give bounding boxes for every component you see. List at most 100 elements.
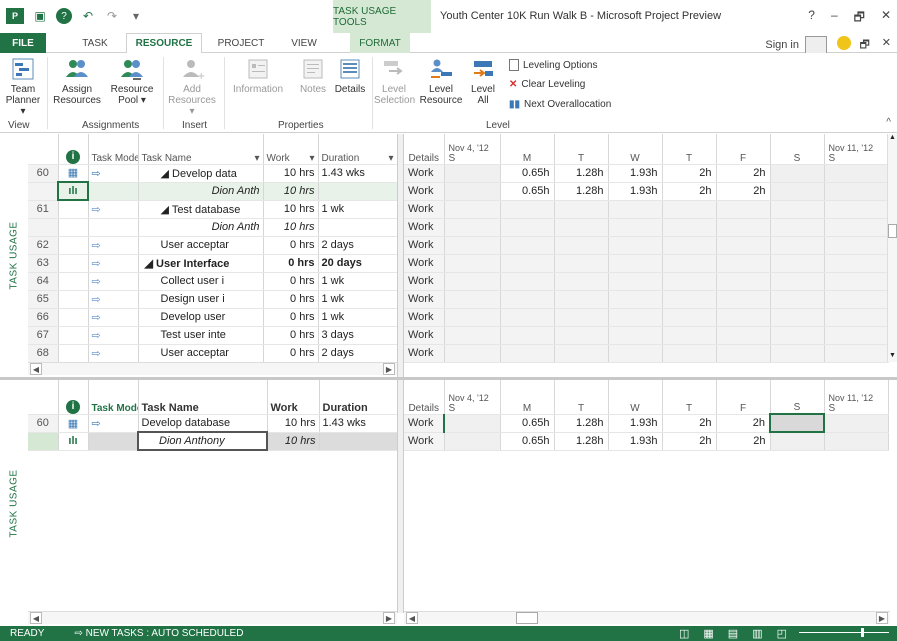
row-id[interactable] [28,182,59,201]
row-id[interactable]: 67 [28,326,59,345]
detail-label[interactable]: Work [404,218,445,237]
work-cell[interactable]: 10 hrs [263,164,319,183]
detail-label[interactable]: Work [404,164,445,183]
details-button[interactable]: Details [332,57,368,95]
work-value-cell[interactable] [662,236,717,255]
detail-label[interactable]: Work [404,432,445,451]
work-value-cell[interactable] [608,326,663,345]
detail-label[interactable]: Work [404,344,445,363]
work-value-cell[interactable] [608,344,663,363]
table-row[interactable]: 61 ⇨ ◢ Test database 10 hrs 1 wk [28,200,398,219]
work-value-cell[interactable] [824,218,889,237]
table-row[interactable]: 63 ⇨ ◢ User Interface 0 hrs 20 days [28,254,398,273]
work-value-cell[interactable] [770,254,825,273]
task-mode-cell[interactable]: ⇨ [88,236,139,255]
duration-cell[interactable]: 1 wk [318,200,398,219]
work-value-cell[interactable] [554,200,609,219]
work-value-cell[interactable]: 2h [662,182,717,201]
duration-column-header[interactable]: Duration ▾ [318,134,398,165]
work-value-cell[interactable] [608,272,663,291]
work-value-cell[interactable] [824,164,889,183]
work-value-cell[interactable] [824,254,889,273]
task-name-cell[interactable]: Test user inte [138,326,264,345]
scroll-thumb[interactable] [888,224,897,238]
task-name-cell[interactable]: ◢ Test database [138,200,264,219]
work-value-cell[interactable] [662,344,717,363]
work-value-cell[interactable]: 0.65h [500,164,555,183]
task-mode-cell[interactable]: ⇨ [88,164,139,183]
restore-button[interactable]: 🗗 [854,8,865,29]
task-mode-cell[interactable] [88,218,139,237]
work-column-header[interactable]: Work [267,380,320,415]
indicator-cell[interactable] [58,308,89,327]
new-tasks-mode[interactable]: ⇨ NEW TASKS : AUTO SCHEDULED [74,628,243,639]
row-id[interactable]: 64 [28,272,59,291]
work-value-cell[interactable]: 2h [662,414,717,433]
work-value-cell[interactable] [444,164,501,183]
task-mode-column-header[interactable]: Task Mode ▾ [88,134,139,165]
work-value-cell[interactable] [608,290,663,309]
work-value-cell[interactable]: 2h [716,182,771,201]
indicator-cell[interactable] [58,344,89,363]
tab-format[interactable]: FORMAT [350,33,410,53]
task-name-cell[interactable]: Dion Anthony [137,431,268,451]
add-resources-button[interactable]: + Add Resources ▾ [166,57,218,117]
zoom-slider[interactable] [799,628,889,637]
work-value-cell[interactable] [608,254,663,273]
avatar[interactable] [805,36,827,54]
row-id[interactable] [28,218,59,237]
task-name-cell[interactable]: Design user i [138,290,264,309]
notes-button[interactable]: Notes [296,57,330,95]
work-value-cell[interactable]: 2h [662,164,717,183]
row-id-header[interactable] [28,380,59,415]
duration-cell[interactable]: 2 days [318,236,398,255]
work-cell[interactable]: 10 hrs [263,182,319,201]
work-value-cell[interactable] [716,344,771,363]
gantt-view-icon[interactable]: ◫ [679,627,689,640]
task-name-column-header[interactable]: Task Name ▾ [138,134,264,165]
indicator-cell[interactable] [58,272,89,291]
scroll-left-icon[interactable]: ◀ [30,612,42,624]
task-mode-column-header[interactable]: Task Mode [88,380,139,415]
work-value-cell[interactable] [444,344,501,363]
duration-cell[interactable]: 2 days [318,344,398,363]
information-button[interactable]: Information [228,57,288,95]
work-value-cell[interactable] [500,326,555,345]
detail-label[interactable]: Work [404,326,445,345]
work-value-cell[interactable]: 0.65h [500,414,555,433]
task-usage-view-icon[interactable]: ▦ [703,627,713,640]
next-overallocation-button[interactable]: ▮▮ Next Overallocation [509,99,611,110]
work-value-cell[interactable] [608,308,663,327]
row-id[interactable]: 63 [28,254,59,273]
scroll-left-icon[interactable]: ◀ [406,612,418,624]
work-value-cell[interactable] [608,218,663,237]
work-value-cell[interactable] [824,432,889,451]
task-name-cell[interactable]: ◢ User Interface [138,254,264,273]
bottom-right-horizontal-scrollbar[interactable]: ◀ ▶ [404,611,890,624]
work-value-cell[interactable] [716,200,771,219]
work-value-cell[interactable] [500,290,555,309]
scroll-up-icon[interactable]: ▲ [888,134,897,144]
work-value-cell[interactable] [444,326,501,345]
tab-view[interactable]: VIEW [282,33,326,53]
tab-resource[interactable]: RESOURCE [126,33,202,54]
table-row[interactable]: Dion Anth 10 hrs [28,218,398,237]
task-mode-cell[interactable]: ⇨ [88,308,139,327]
top-pane-splitter[interactable] [397,134,404,377]
work-value-cell[interactable] [554,290,609,309]
work-value-cell[interactable] [554,344,609,363]
scroll-right-icon[interactable]: ▶ [876,612,888,624]
task-mode-cell[interactable]: ⇨ [88,290,139,309]
duration-cell[interactable]: 3 days [318,326,398,345]
work-value-cell[interactable] [716,254,771,273]
work-value-cell[interactable] [769,413,825,433]
work-value-cell[interactable] [824,344,889,363]
task-name-dropdown-icon[interactable]: ▾ [254,153,259,164]
work-cell[interactable]: 0 hrs [263,254,319,273]
indicator-cell[interactable] [58,326,89,345]
work-dropdown-icon[interactable]: ▾ [309,153,314,164]
work-column-header[interactable]: Work ▾ [263,134,319,165]
work-value-cell[interactable] [824,290,889,309]
level-resource-button[interactable]: Level Resource [418,57,464,106]
work-cell[interactable]: 10 hrs [267,432,320,451]
